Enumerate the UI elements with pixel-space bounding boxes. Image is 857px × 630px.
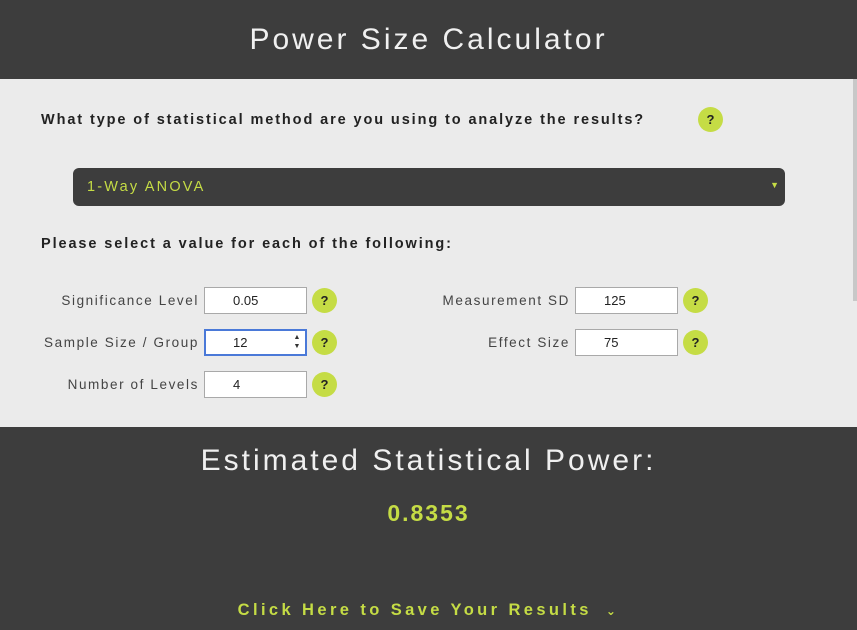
chevron-down-icon: ⌄ [605, 604, 620, 618]
save-results-label: Click Here to Save Your Results [237, 601, 592, 619]
result-value: 0.8353 [387, 500, 470, 526]
sample-size-label: Sample Size / Group [44, 335, 199, 350]
method-select-value: 1-Way ANOVA [87, 179, 206, 195]
params-prompt: Please select a value for each of the fo… [41, 236, 453, 252]
effect-size-help-icon[interactable]: ? [683, 330, 708, 355]
method-question: What type of statistical method are you … [41, 112, 646, 128]
page-title: Power Size Calculator [249, 22, 608, 56]
app-header: Power Size Calculator [0, 0, 857, 79]
method-help-icon[interactable]: ? [698, 107, 723, 132]
significance-help-icon[interactable]: ? [312, 288, 337, 313]
method-select[interactable]: 1-Way ANOVA ▼ [73, 168, 785, 206]
measurement-sd-label: Measurement SD [442, 293, 570, 308]
scrollbar[interactable] [853, 79, 857, 301]
sample-size-help-icon[interactable]: ? [312, 330, 337, 355]
measurement-sd-input[interactable] [575, 287, 678, 314]
levels-help-icon[interactable]: ? [312, 372, 337, 397]
significance-input[interactable] [204, 287, 307, 314]
stepper-down-icon[interactable]: ▼ [294, 342, 301, 351]
result-title: Estimated Statistical Power: [200, 444, 657, 477]
effect-size-input[interactable] [575, 329, 678, 356]
measurement-sd-help-icon[interactable]: ? [683, 288, 708, 313]
effect-size-label: Effect Size [488, 335, 570, 350]
dropdown-arrow-icon: ▼ [770, 180, 779, 190]
levels-input[interactable] [204, 371, 307, 398]
save-results-link[interactable]: Click Here to Save Your Results ⌄ [0, 601, 857, 620]
input-panel: What type of statistical method are you … [0, 79, 857, 427]
significance-label: Significance Level [61, 293, 199, 308]
sample-size-stepper[interactable]: ▲ ▼ [292, 332, 302, 352]
stepper-up-icon[interactable]: ▲ [294, 333, 301, 342]
levels-label: Number of Levels [67, 377, 199, 392]
